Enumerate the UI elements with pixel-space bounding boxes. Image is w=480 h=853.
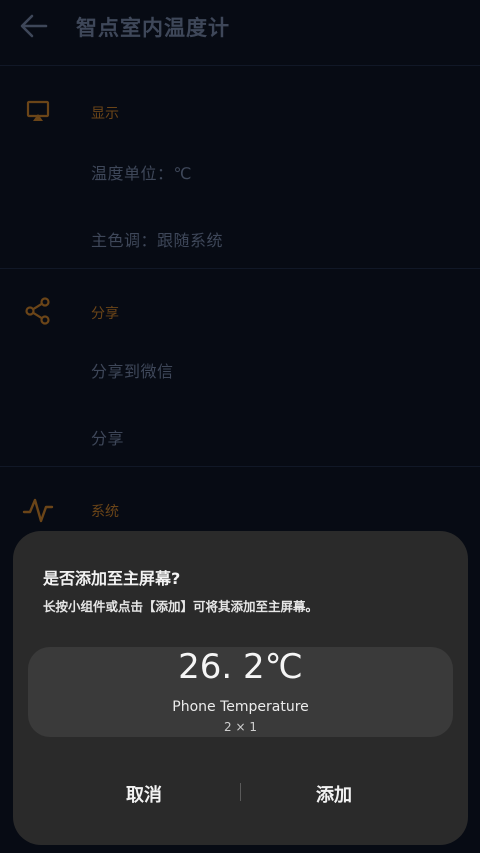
- widget-name: Phone Temperature: [172, 699, 309, 715]
- section-title-share: 分享: [91, 306, 119, 322]
- widget-temperature: 26. 2℃: [178, 647, 303, 687]
- setting-item-temperature-unit[interactable]: 温度单位：℃: [91, 160, 192, 184]
- arrow-left-icon[interactable]: [18, 10, 50, 42]
- button-divider: [240, 783, 241, 801]
- cast-display-icon: [26, 100, 50, 121]
- widget-preview[interactable]: 26. 2℃ Phone Temperature 2 × 1: [28, 647, 453, 737]
- page-title: 智点室内温度计: [76, 16, 230, 40]
- divider: [0, 466, 480, 467]
- divider: [0, 65, 480, 66]
- add-widget-dialog: 是否添加至主屏幕? 长按小组件或点击【添加】可将其添加至主屏幕。 26. 2℃ …: [13, 531, 468, 845]
- settings-screen: 智点室内温度计 显示 温度单位：℃ 主色调：跟随系统 分享 分享到微信 分享 系…: [0, 0, 480, 853]
- dialog-title: 是否添加至主屏幕?: [43, 569, 181, 588]
- setting-item-share-wechat[interactable]: 分享到微信: [91, 358, 174, 382]
- setting-item-theme-color[interactable]: 主色调：跟随系统: [91, 227, 223, 251]
- divider: [0, 268, 480, 269]
- cancel-button[interactable]: 取消: [126, 781, 162, 807]
- setting-item-share[interactable]: 分享: [91, 425, 124, 449]
- section-title-system: 系统: [91, 504, 119, 520]
- share-icon: [25, 297, 50, 325]
- widget-size: 2 × 1: [224, 720, 257, 734]
- dialog-description: 长按小组件或点击【添加】可将其添加至主屏幕。: [43, 599, 319, 614]
- section-title-display: 显示: [91, 106, 119, 122]
- app-bar: 智点室内温度计: [0, 0, 480, 62]
- pulse-wave-icon: [22, 498, 54, 523]
- add-button[interactable]: 添加: [316, 781, 352, 807]
